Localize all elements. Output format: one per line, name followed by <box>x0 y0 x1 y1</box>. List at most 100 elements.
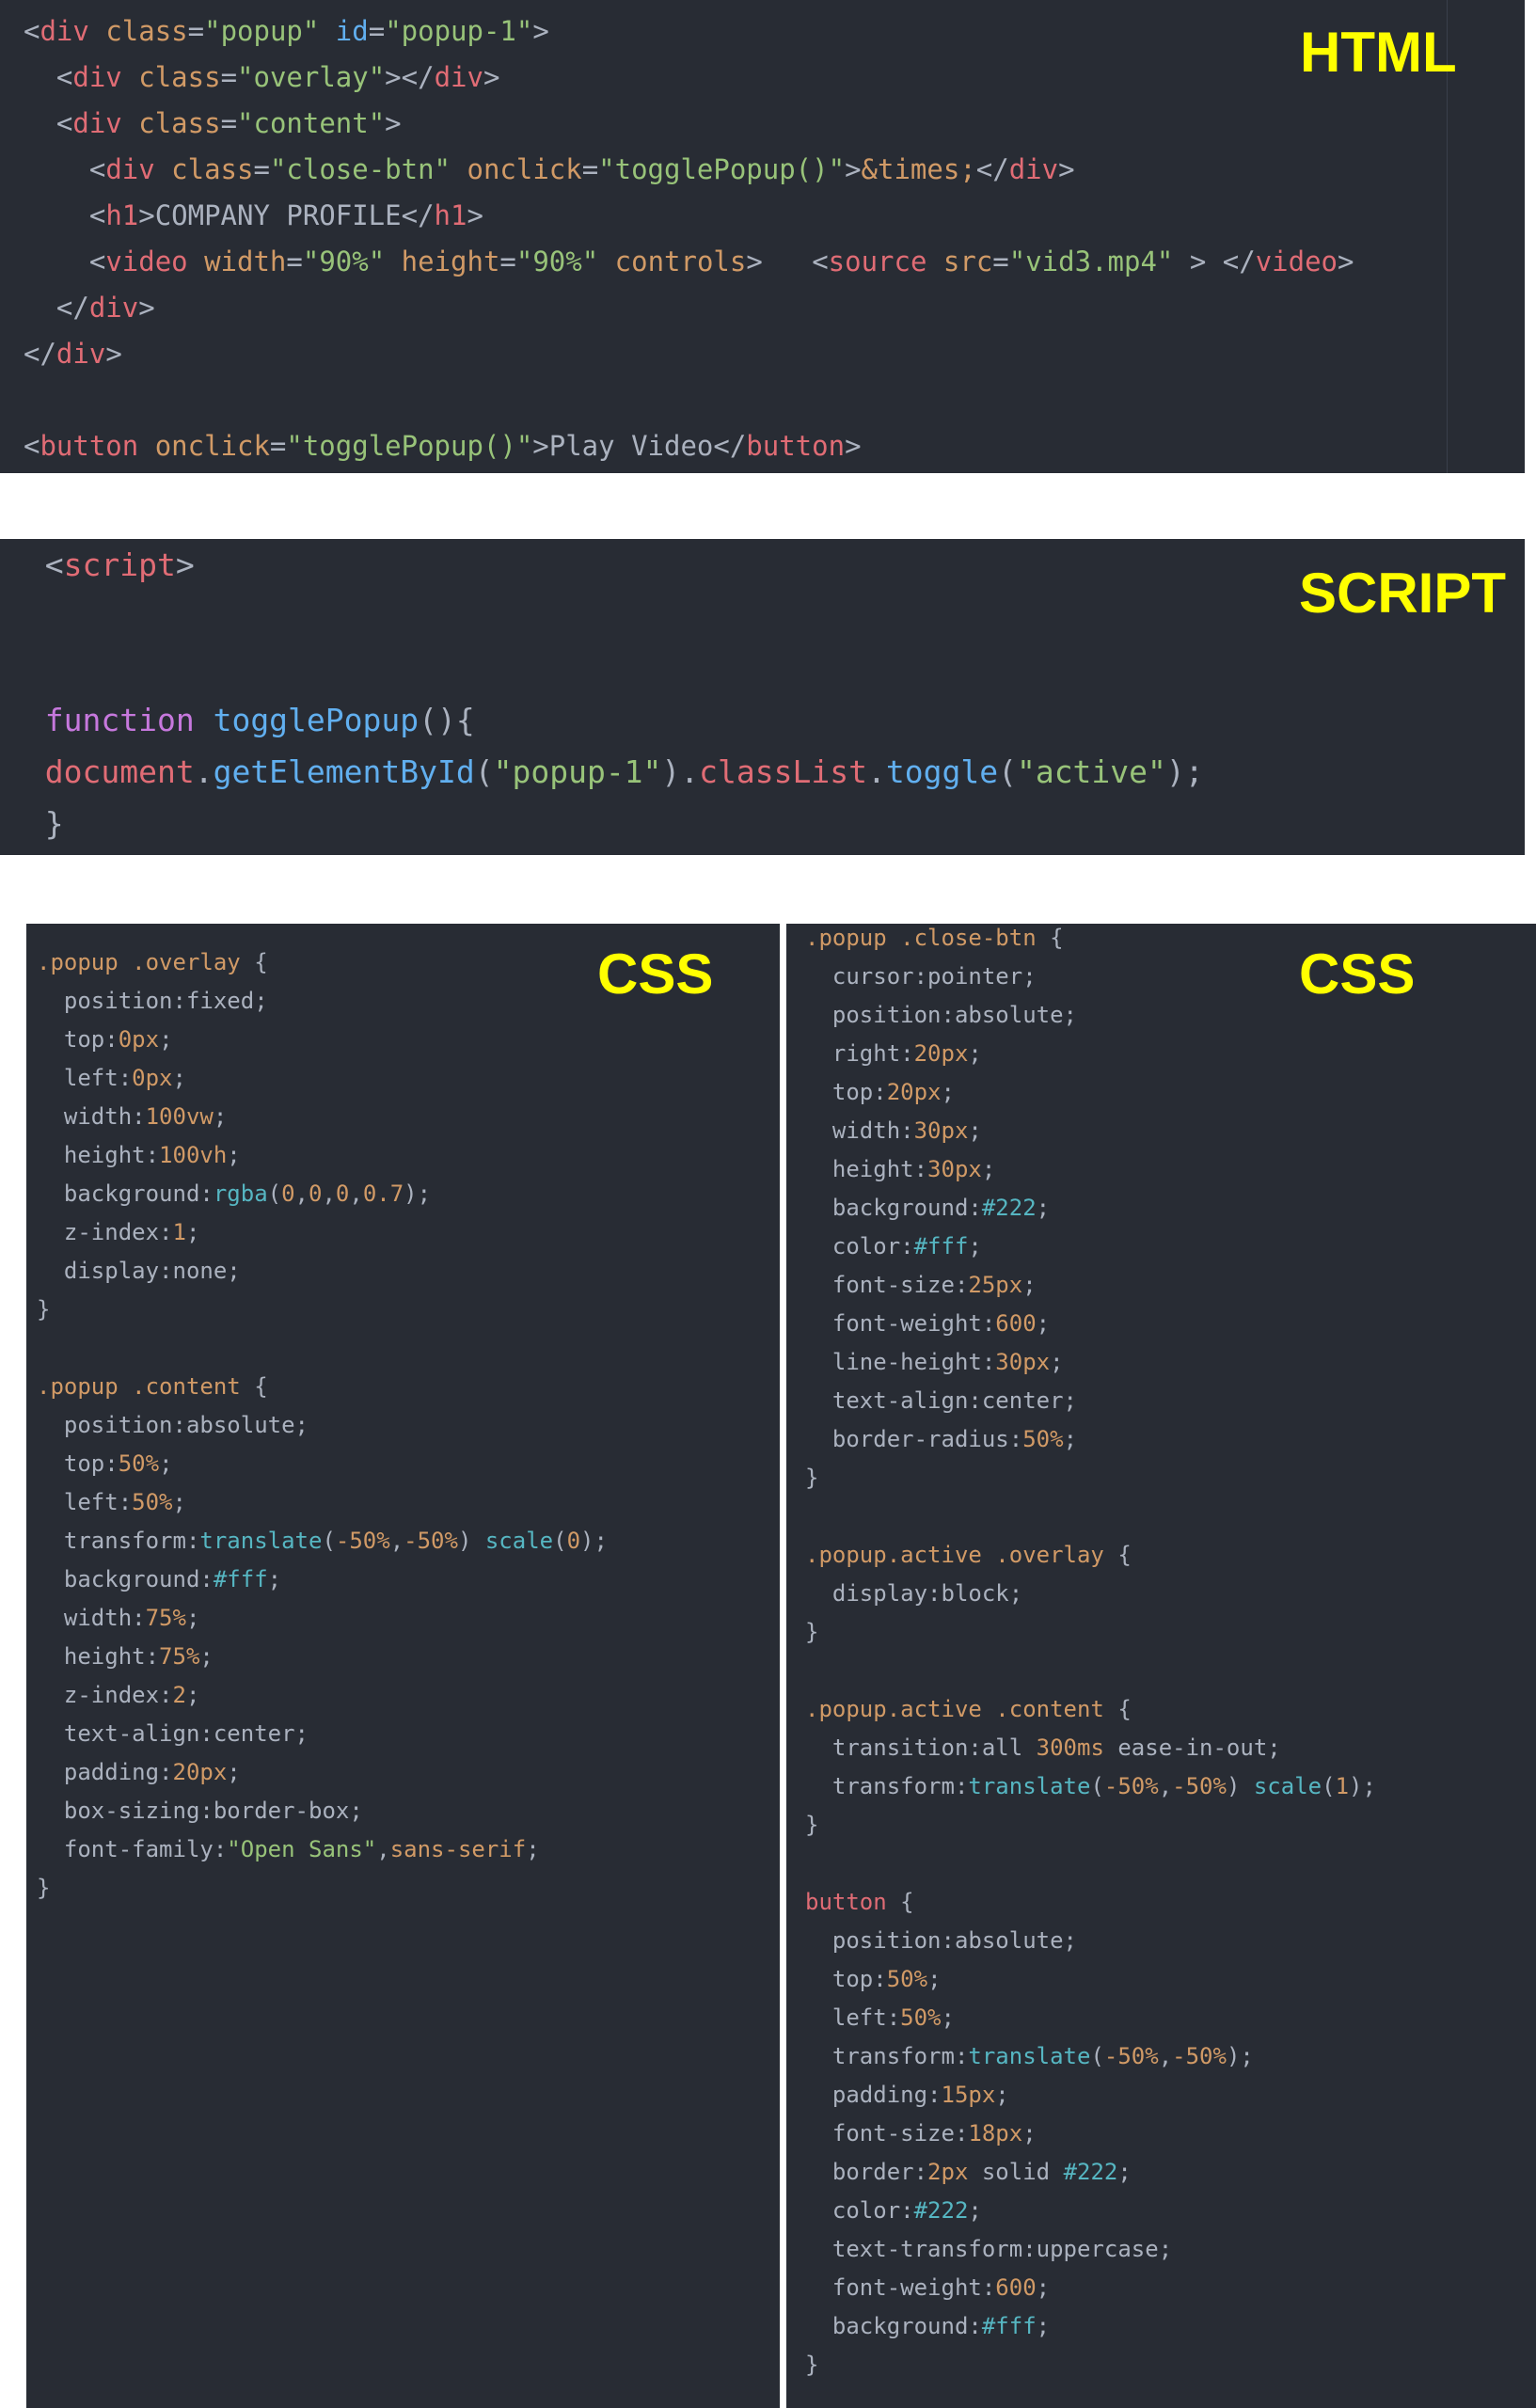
code-token: : <box>185 1528 200 1554</box>
code-token: , <box>349 1180 363 1207</box>
code-token: cursor <box>805 963 914 990</box>
code-token: 0.7 <box>362 1180 404 1207</box>
code-line: top:50%; <box>805 1960 1376 1999</box>
code-token: top <box>37 1026 105 1053</box>
code-token: } <box>805 1812 819 1838</box>
code-token: 0 <box>281 1180 295 1207</box>
code-token: ); <box>1165 753 1204 790</box>
code-token: : <box>981 1310 996 1337</box>
code-token: < <box>8 547 64 583</box>
code-token: font-size <box>805 1272 955 1298</box>
code-token: all <box>981 1735 1037 1761</box>
code-line: top:50%; <box>37 1445 608 1483</box>
code-token: center <box>213 1720 295 1747</box>
code-token: div <box>40 15 89 47</box>
code-token: ( <box>1090 1773 1104 1799</box>
code-token: : <box>968 2313 982 2339</box>
code-token: scale <box>484 1528 554 1554</box>
code-token: box-sizing <box>37 1798 200 1824</box>
code-token: ; <box>1050 1349 1064 1375</box>
code-token: 20px <box>172 1759 228 1785</box>
code-line: top:20px; <box>805 1073 1376 1112</box>
code-line: .popup .content { <box>37 1368 608 1406</box>
code-token: display <box>37 1258 160 1284</box>
code-token: { <box>1103 1696 1132 1722</box>
code-token: button <box>746 430 846 462</box>
code-token: .popup.active .overlay <box>805 1542 1104 1568</box>
code-token: absolute <box>185 1412 295 1438</box>
code-token: -50% <box>404 1528 458 1554</box>
code-token: = <box>286 246 303 277</box>
code-line: background:#fff; <box>805 2307 1376 2346</box>
code-token: 0px <box>118 1026 160 1053</box>
code-token: { <box>1103 1542 1132 1568</box>
code-token: ; <box>1036 1195 1051 1221</box>
code-token: rgba <box>213 1180 268 1207</box>
code-line: padding:20px; <box>37 1753 608 1792</box>
code-token: -50% <box>1172 1773 1227 1799</box>
code-token: 15px <box>941 2082 996 2108</box>
code-token: ); <box>580 1528 608 1554</box>
code-token: video <box>1255 246 1338 277</box>
code-token: div <box>55 338 106 370</box>
code-line: .popup .close-btn { <box>805 919 1376 958</box>
code-token: ; <box>1158 2236 1173 2262</box>
code-token: block <box>941 1580 1009 1607</box>
code-line: box-sizing:border-box; <box>37 1792 608 1830</box>
code-token: 25px <box>968 1272 1023 1298</box>
code-token: script <box>63 547 176 583</box>
code-token: ; <box>941 1079 955 1105</box>
code-token: function <box>44 702 195 738</box>
code-token: ; <box>1036 2274 1051 2301</box>
code-token: : <box>199 1798 214 1824</box>
code-token: ease-in-out <box>1103 1735 1268 1761</box>
code-token: 50% <box>132 1489 173 1515</box>
code-token: "togglePopup()" <box>286 430 533 462</box>
code-token: #fff <box>213 1566 268 1592</box>
code-token: 30px <box>913 1117 969 1144</box>
code-line: <div class="close-btn" onclick="togglePo… <box>24 147 1354 193</box>
code-line: width:30px; <box>805 1112 1376 1150</box>
code-token: top <box>37 1450 105 1477</box>
code-token: : <box>199 1566 214 1592</box>
code-token: transform <box>805 2043 955 2069</box>
code-token: 0 <box>309 1180 323 1207</box>
code-token: ( <box>1322 1773 1336 1799</box>
code-token: class <box>138 107 221 139</box>
code-token: none <box>172 1258 228 1284</box>
code-token: ); <box>1349 1773 1376 1799</box>
code-token: absolute <box>954 1002 1064 1028</box>
code-line: width:75%; <box>37 1599 608 1638</box>
code-token: ; <box>1063 1387 1077 1414</box>
code-token: ; <box>267 1566 282 1592</box>
code-token: : <box>873 1079 887 1105</box>
code-line: } <box>37 1291 608 1329</box>
code-token: > <box>483 61 500 93</box>
code-token: : <box>981 2274 996 2301</box>
code-token: 2 <box>172 1682 186 1708</box>
code-token: transform <box>805 1773 955 1799</box>
code-token: 50% <box>118 1450 160 1477</box>
code-token: 20px <box>886 1079 942 1105</box>
code-token: ; <box>941 2004 955 2031</box>
code-token: 0 <box>566 1528 581 1554</box>
code-token: .popup .overlay <box>37 949 241 975</box>
code-token: } <box>805 1619 819 1645</box>
code-token: button <box>40 430 139 462</box>
code-token: id <box>335 15 369 47</box>
code-token: ; <box>185 1219 200 1245</box>
code-line: font-size:25px; <box>805 1266 1376 1305</box>
code-token: ; <box>1022 1272 1037 1298</box>
code-line: } <box>37 1869 608 1908</box>
code-token: { <box>240 1373 268 1400</box>
code-line: position:absolute; <box>37 1406 608 1445</box>
code-token: . <box>866 753 886 790</box>
code-line: position:absolute; <box>805 1922 1376 1960</box>
code-token: 2px <box>927 2159 969 2185</box>
code-token: ; <box>968 2197 982 2224</box>
code-token: : <box>145 1142 160 1168</box>
